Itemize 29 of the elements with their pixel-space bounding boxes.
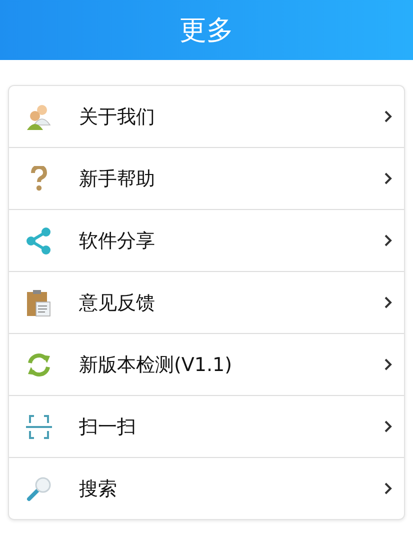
menu-item[interactable]: 搜索 bbox=[9, 458, 404, 519]
menu-item[interactable]: 新手帮助 bbox=[9, 148, 404, 210]
chevron-right-icon bbox=[384, 110, 392, 123]
menu-item[interactable]: 意见反馈 bbox=[9, 272, 404, 334]
menu-label: 搜索 bbox=[79, 476, 118, 502]
question-mark-icon bbox=[31, 166, 47, 192]
scan-icon bbox=[26, 414, 52, 440]
chevron-right-icon bbox=[384, 172, 392, 185]
chevron-right-icon bbox=[384, 482, 392, 495]
menu-item[interactable]: 扫一扫 bbox=[9, 396, 404, 458]
refresh-icon bbox=[26, 352, 52, 378]
menu-label: 扫一扫 bbox=[79, 414, 137, 440]
share-icon bbox=[25, 226, 53, 254]
menu-item[interactable]: 新版本检测(V1.1) bbox=[9, 334, 404, 396]
menu-item[interactable]: 软件分享 bbox=[9, 210, 404, 272]
people-icon bbox=[25, 102, 53, 130]
menu-item[interactable]: 关于我们 bbox=[9, 86, 404, 148]
chevron-right-icon bbox=[384, 358, 392, 371]
menu-label: 新手帮助 bbox=[79, 166, 156, 192]
menu-label: 关于我们 bbox=[79, 104, 156, 130]
menu-label: 新版本检测(V1.1) bbox=[79, 352, 234, 378]
chevron-right-icon bbox=[384, 420, 392, 433]
chevron-right-icon bbox=[384, 234, 392, 247]
menu-label: 软件分享 bbox=[79, 228, 156, 254]
page-title: 更多 bbox=[180, 14, 234, 48]
chevron-right-icon bbox=[384, 296, 392, 309]
menu-label: 意见反馈 bbox=[79, 290, 156, 316]
clipboard-icon bbox=[26, 288, 52, 316]
magnifier-icon bbox=[26, 476, 52, 502]
